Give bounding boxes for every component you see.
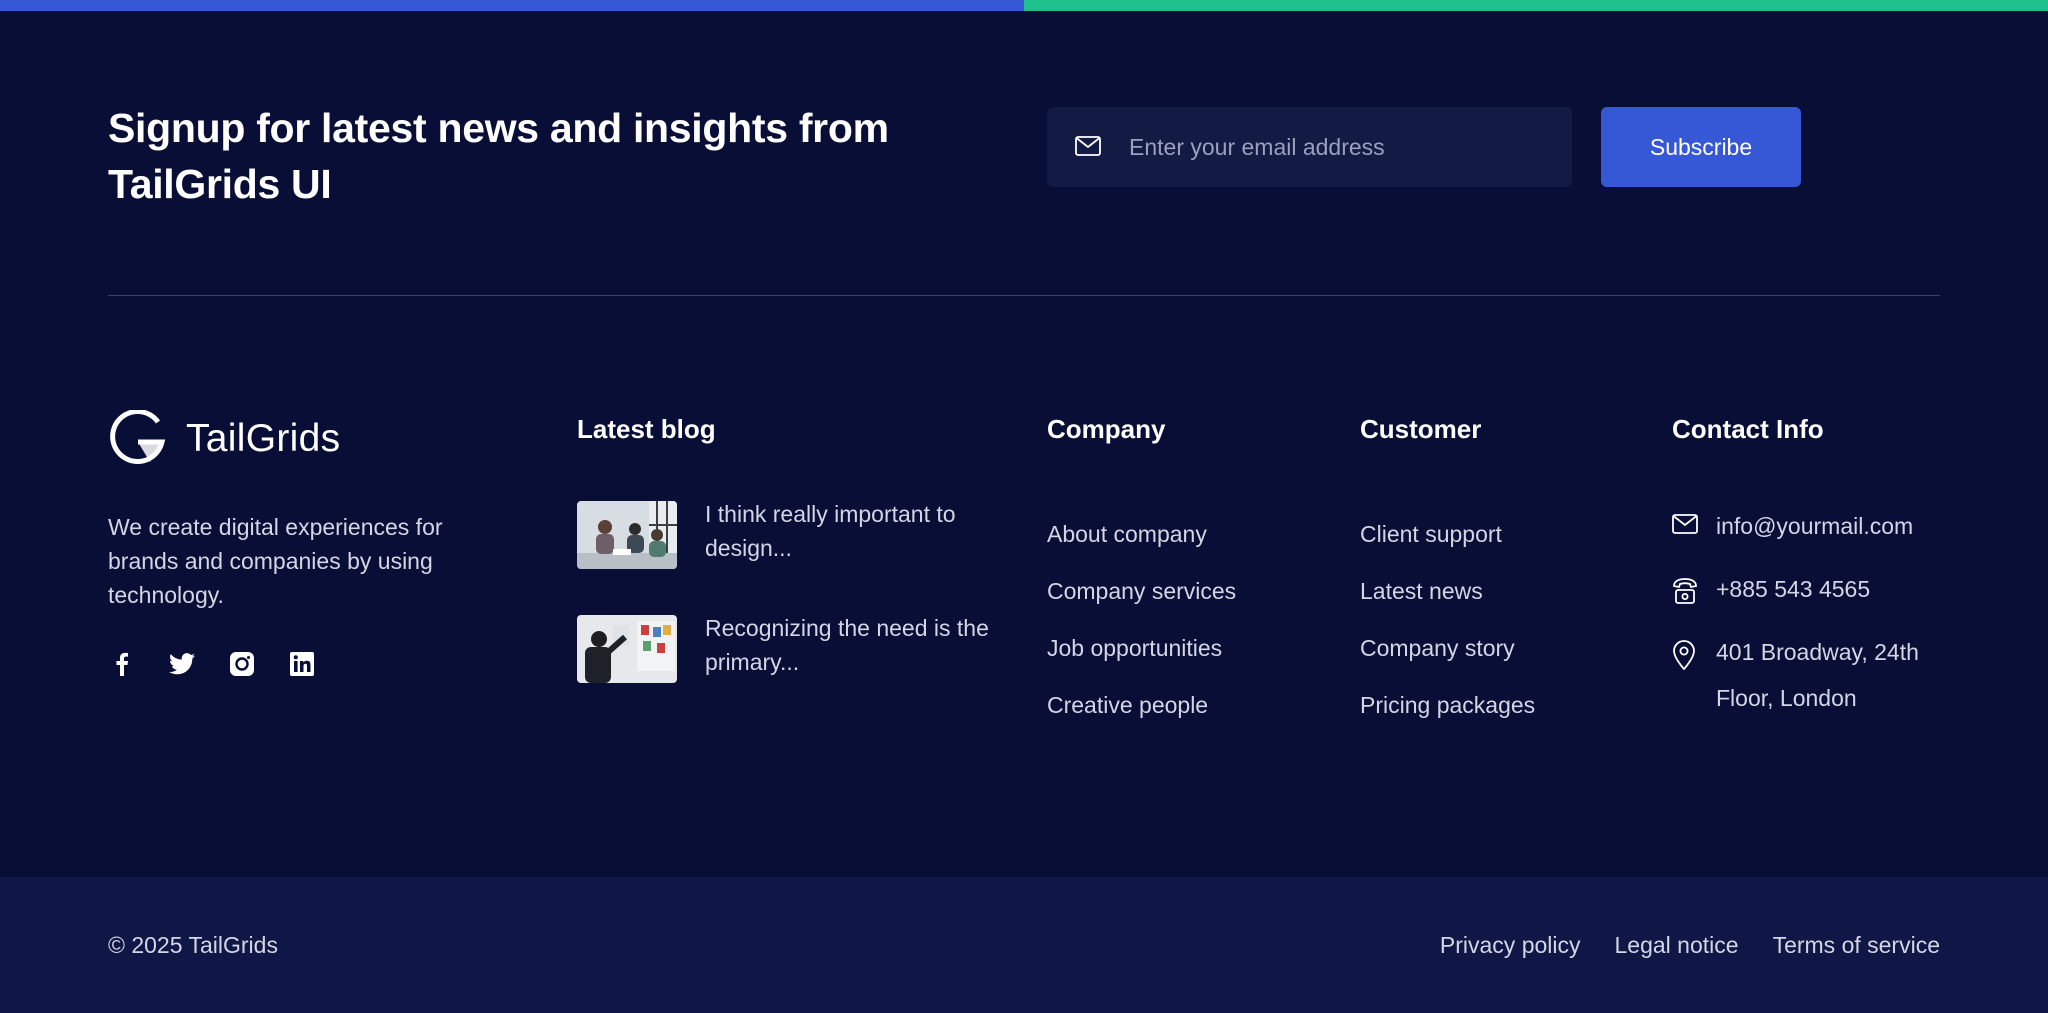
top-accent-bar: [0, 0, 2048, 11]
footer-link-creative-people[interactable]: Creative people: [1047, 677, 1236, 734]
legal-links: Privacy policy Legal notice Terms of ser…: [1406, 932, 1940, 959]
linkedin-icon[interactable]: [288, 650, 316, 678]
blog-post-title[interactable]: Recognizing the need is the primary...: [705, 611, 995, 683]
mail-icon: [1075, 136, 1103, 158]
contact-phone-text[interactable]: +885 543 4565: [1716, 566, 1956, 612]
mail-icon: [1672, 514, 1698, 540]
copyright-text: © 2025 TailGrids: [108, 932, 278, 958]
contact-phone[interactable]: +885 543 4565: [1672, 575, 1956, 612]
footer-link-company-services[interactable]: Company services: [1047, 563, 1236, 620]
contact-email-text[interactable]: info@yourmail.com: [1716, 503, 1956, 549]
blog-thumbnail-image: [577, 501, 677, 569]
customer-column-title: Customer: [1360, 414, 1482, 444]
twitter-icon[interactable]: [168, 650, 196, 678]
social-links: [108, 650, 348, 678]
company-column-title: Company: [1047, 414, 1166, 444]
contact-address: 401 Broadway, 24th Floor, London: [1672, 638, 1956, 721]
location-pin-icon: [1672, 640, 1698, 671]
section-divider: [108, 295, 1940, 296]
accent-bar-blue: [0, 0, 1024, 11]
contact-address-text: 401 Broadway, 24th Floor, London: [1716, 639, 1919, 711]
brand-description: We create digital experiences for brands…: [108, 514, 443, 608]
footer-link-client-support[interactable]: Client support: [1360, 506, 1535, 563]
facebook-icon[interactable]: [108, 650, 136, 678]
blog-post[interactable]: I think really important to design...: [577, 501, 995, 569]
legal-notice-link[interactable]: Legal notice: [1615, 932, 1739, 959]
email-input[interactable]: [1129, 133, 1549, 161]
company-links: About company Company services Job oppor…: [1047, 506, 1236, 734]
customer-links: Client support Latest news Company story…: [1360, 506, 1535, 734]
phone-icon: [1672, 577, 1698, 604]
footer-link-pricing-packages[interactable]: Pricing packages: [1360, 677, 1535, 734]
email-field[interactable]: [1047, 107, 1572, 187]
contact-column-title: Contact Info: [1672, 414, 1824, 444]
blog-thumbnail-image: [577, 615, 677, 683]
footer-link-company-story[interactable]: Company story: [1360, 620, 1535, 677]
footer-link-about-company[interactable]: About company: [1047, 506, 1236, 563]
brand-name: TailGrids: [186, 417, 341, 460]
privacy-policy-link[interactable]: Privacy policy: [1440, 932, 1581, 959]
brand-logo[interactable]: TailGrids: [108, 408, 341, 468]
contact-email[interactable]: info@yourmail.com: [1672, 512, 1956, 549]
footer-link-job-opportunities[interactable]: Job opportunities: [1047, 620, 1236, 677]
blog-post-title[interactable]: I think really important to design...: [705, 497, 995, 569]
instagram-icon[interactable]: [228, 650, 256, 678]
blog-column-title: Latest blog: [577, 414, 716, 444]
accent-bar-green: [1024, 0, 2048, 11]
tailgrids-logo-icon: [108, 408, 166, 468]
blog-post[interactable]: Recognizing the need is the primary...: [577, 615, 995, 683]
terms-of-service-link[interactable]: Terms of service: [1773, 932, 1940, 959]
subscribe-button[interactable]: Subscribe: [1601, 107, 1801, 187]
signup-title: Signup for latest news and insights from…: [108, 105, 889, 207]
footer-link-latest-news[interactable]: Latest news: [1360, 563, 1535, 620]
